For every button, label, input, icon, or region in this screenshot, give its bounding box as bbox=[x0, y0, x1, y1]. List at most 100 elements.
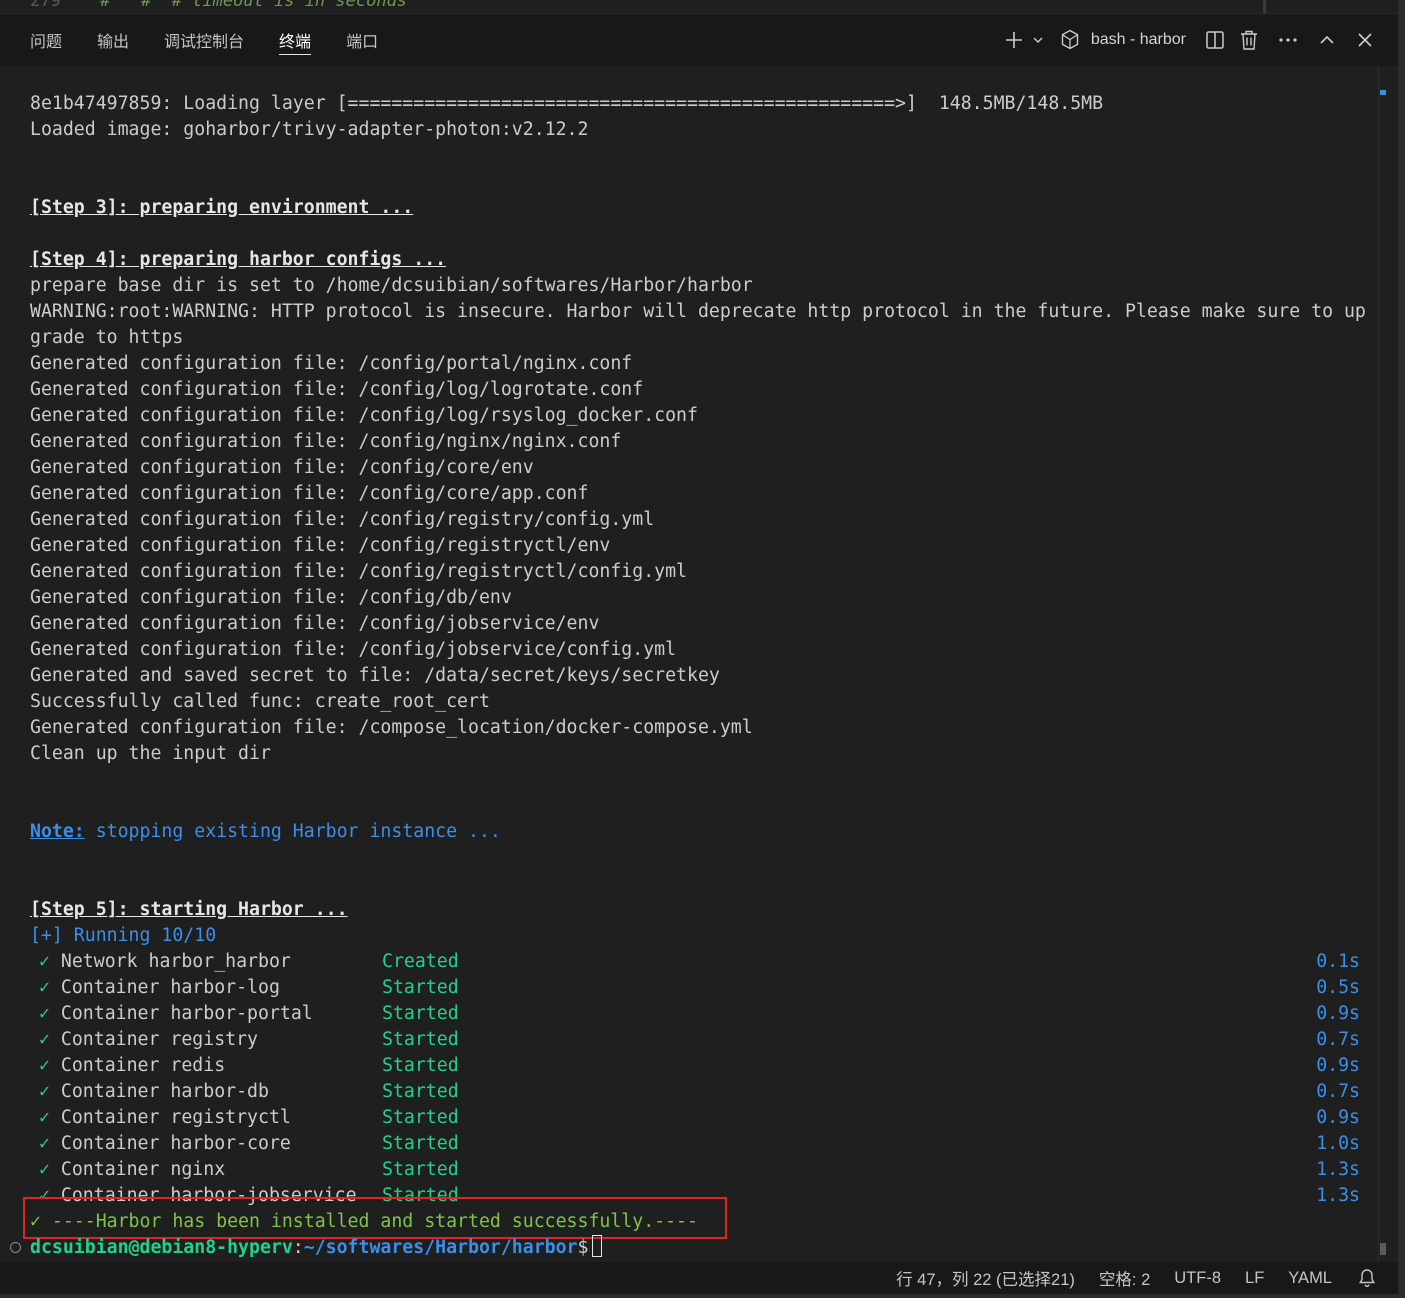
cursor-position[interactable]: 行 47，列 22 (已选择21) bbox=[896, 1266, 1075, 1290]
kill-terminal-button[interactable] bbox=[1230, 26, 1268, 54]
container-name: Container harbor-portal bbox=[60, 1003, 313, 1024]
indentation-setting[interactable]: 空格: 2 bbox=[1099, 1266, 1150, 1290]
step-heading: [Step 4]: preparing harbor configs ... bbox=[30, 249, 447, 270]
terminal-line: Generated configuration file: /config/re… bbox=[30, 509, 655, 530]
terminal-line: Generated configuration file: /config/co… bbox=[30, 483, 589, 504]
terminal-output[interactable]: 8e1b47497859: Loading layer [===========… bbox=[0, 66, 1378, 1262]
container-status: Started bbox=[382, 977, 459, 998]
tab-debug-console[interactable]: 调试控制台 bbox=[164, 14, 244, 66]
status-bar: 行 47，列 22 (已选择21) 空格: 2 UTF-8 LF YAML bbox=[0, 1262, 1398, 1294]
container-status: Started bbox=[382, 1029, 459, 1050]
container-row: ✓ Network harbor_harbor bbox=[39, 949, 291, 975]
container-name: Container harbor-db bbox=[60, 1081, 269, 1102]
terminal-line: Generated configuration file: /compose_l… bbox=[30, 717, 753, 738]
check-icon: ✓ bbox=[39, 977, 50, 998]
container-status: Started bbox=[382, 1055, 459, 1076]
container-row: ✓ Container harbor-log bbox=[39, 975, 280, 1001]
editor-line-number: 279 bbox=[30, 0, 61, 11]
terminal-line: grade to https bbox=[30, 327, 184, 348]
terminal-line: prepare base dir is set to /home/dcsuibi… bbox=[30, 275, 753, 296]
shell-prompt[interactable]: dcsuibian@debian8-hyperv:~/softwares/Har… bbox=[30, 1235, 603, 1261]
running-progress: [+] Running 10/10 bbox=[30, 925, 217, 946]
container-status: Started bbox=[382, 1107, 459, 1128]
terminal-name-label[interactable]: bash - harbor bbox=[1091, 31, 1186, 49]
check-icon: ✓ bbox=[39, 1107, 50, 1128]
close-panel-button[interactable] bbox=[1346, 26, 1384, 54]
tab-terminal[interactable]: 终端 bbox=[279, 14, 312, 66]
terminal-line: Generated configuration file: /config/ng… bbox=[30, 431, 622, 452]
container-duration: 0.1s bbox=[1316, 951, 1360, 972]
terminal-profile-button[interactable] bbox=[1055, 26, 1085, 54]
terminal-line: Generated configuration file: /config/jo… bbox=[30, 613, 600, 634]
terminal-line: Generated configuration file: /config/lo… bbox=[30, 405, 698, 426]
container-duration: 0.5s bbox=[1316, 977, 1360, 998]
line-ending[interactable]: LF bbox=[1245, 1269, 1264, 1288]
note-label: Note: bbox=[30, 821, 85, 842]
container-row: ✓ Container registry bbox=[39, 1027, 258, 1053]
command-decoration-icon[interactable] bbox=[10, 1242, 21, 1253]
container-name: Container redis bbox=[60, 1055, 226, 1076]
bell-icon bbox=[1358, 1269, 1376, 1288]
container-duration: 0.7s bbox=[1316, 1081, 1360, 1102]
prompt-path: ~/softwares/Harbor/harbor bbox=[303, 1237, 578, 1258]
more-icon bbox=[1279, 38, 1297, 42]
terminal-profile-icon bbox=[1061, 29, 1079, 50]
file-encoding[interactable]: UTF-8 bbox=[1174, 1269, 1221, 1288]
editor-scrollbar[interactable] bbox=[1263, 0, 1266, 13]
prompt-separator: : bbox=[292, 1237, 304, 1258]
chevron-down-icon bbox=[1033, 37, 1043, 43]
terminal-line: Loaded image: goharbor/trivy-adapter-pho… bbox=[30, 119, 589, 140]
terminal-line: Generated configuration file: /config/jo… bbox=[30, 639, 677, 660]
tab-problems[interactable]: 问题 bbox=[30, 14, 62, 66]
terminal-line: Generated configuration file: /config/co… bbox=[30, 457, 534, 478]
panel-tabs: 问题 输出 调试控制台 终端 端口 bbox=[0, 14, 413, 66]
step-heading: [Step 5]: starting Harbor ... bbox=[30, 899, 348, 920]
new-terminal-button[interactable] bbox=[1001, 26, 1027, 54]
container-duration: 0.9s bbox=[1316, 1055, 1360, 1076]
container-row: ✓ Container registryctl bbox=[39, 1105, 291, 1131]
prompt-symbol: $ bbox=[577, 1237, 589, 1258]
container-row: ✓ Container harbor-portal bbox=[39, 1001, 313, 1027]
terminal-line: Generated configuration file: /config/lo… bbox=[30, 379, 644, 400]
container-name: Container nginx bbox=[60, 1159, 226, 1180]
language-mode[interactable]: YAML bbox=[1288, 1269, 1332, 1288]
terminal-line: [Step 5]: starting Harbor ... bbox=[30, 897, 348, 923]
container-row: ✓ Container harbor-core bbox=[39, 1131, 291, 1157]
trash-icon bbox=[1241, 30, 1257, 50]
highlight-annotation-box bbox=[23, 1197, 727, 1239]
tab-ports[interactable]: 端口 bbox=[346, 14, 378, 66]
tab-output[interactable]: 输出 bbox=[97, 14, 129, 66]
container-row: ✓ Container harbor-db bbox=[39, 1079, 269, 1105]
scrollbar-thumb[interactable] bbox=[1380, 1243, 1386, 1255]
prompt-user-host: dcsuibian@debian8-hyperv bbox=[30, 1237, 293, 1258]
terminal-line: Clean up the input dir bbox=[30, 743, 271, 764]
container-status: Started bbox=[382, 1159, 459, 1180]
maximize-panel-button[interactable] bbox=[1308, 26, 1346, 54]
step-heading: [Step 3]: preparing environment ... bbox=[30, 197, 414, 218]
check-icon: ✓ bbox=[39, 1003, 50, 1024]
panel-header: 问题 输出 调试控制台 终端 端口 bash - harbor bbox=[0, 14, 1398, 66]
check-icon: ✓ bbox=[39, 1159, 50, 1180]
check-icon: ✓ bbox=[39, 1055, 50, 1076]
terminal-line: Successfully called func: create_root_ce… bbox=[30, 691, 490, 712]
container-duration: 1.3s bbox=[1316, 1185, 1360, 1206]
terminal-dropdown-button[interactable] bbox=[1027, 26, 1049, 54]
container-duration: 0.9s bbox=[1316, 1107, 1360, 1128]
container-name: Container registryctl bbox=[60, 1107, 291, 1128]
window-edge-bottom bbox=[0, 1294, 1405, 1298]
notifications-button[interactable] bbox=[1358, 1268, 1376, 1288]
more-actions-button[interactable] bbox=[1268, 26, 1308, 54]
chevron-up-icon bbox=[1320, 35, 1334, 44]
container-status: Created bbox=[382, 951, 459, 972]
plus-icon bbox=[1005, 32, 1022, 48]
terminal-scrollbar[interactable] bbox=[1378, 66, 1398, 1262]
container-duration: 1.0s bbox=[1316, 1133, 1360, 1154]
container-name: Container harbor-log bbox=[60, 977, 280, 998]
panel-actions: bash - harbor bbox=[1001, 14, 1398, 66]
check-icon: ✓ bbox=[39, 951, 50, 972]
container-row: ✓ Container redis bbox=[39, 1053, 225, 1079]
split-terminal-button[interactable] bbox=[1200, 26, 1230, 54]
check-icon: ✓ bbox=[39, 1029, 50, 1050]
scrollbar-marker bbox=[1380, 90, 1386, 95]
container-status: Started bbox=[382, 1081, 459, 1102]
